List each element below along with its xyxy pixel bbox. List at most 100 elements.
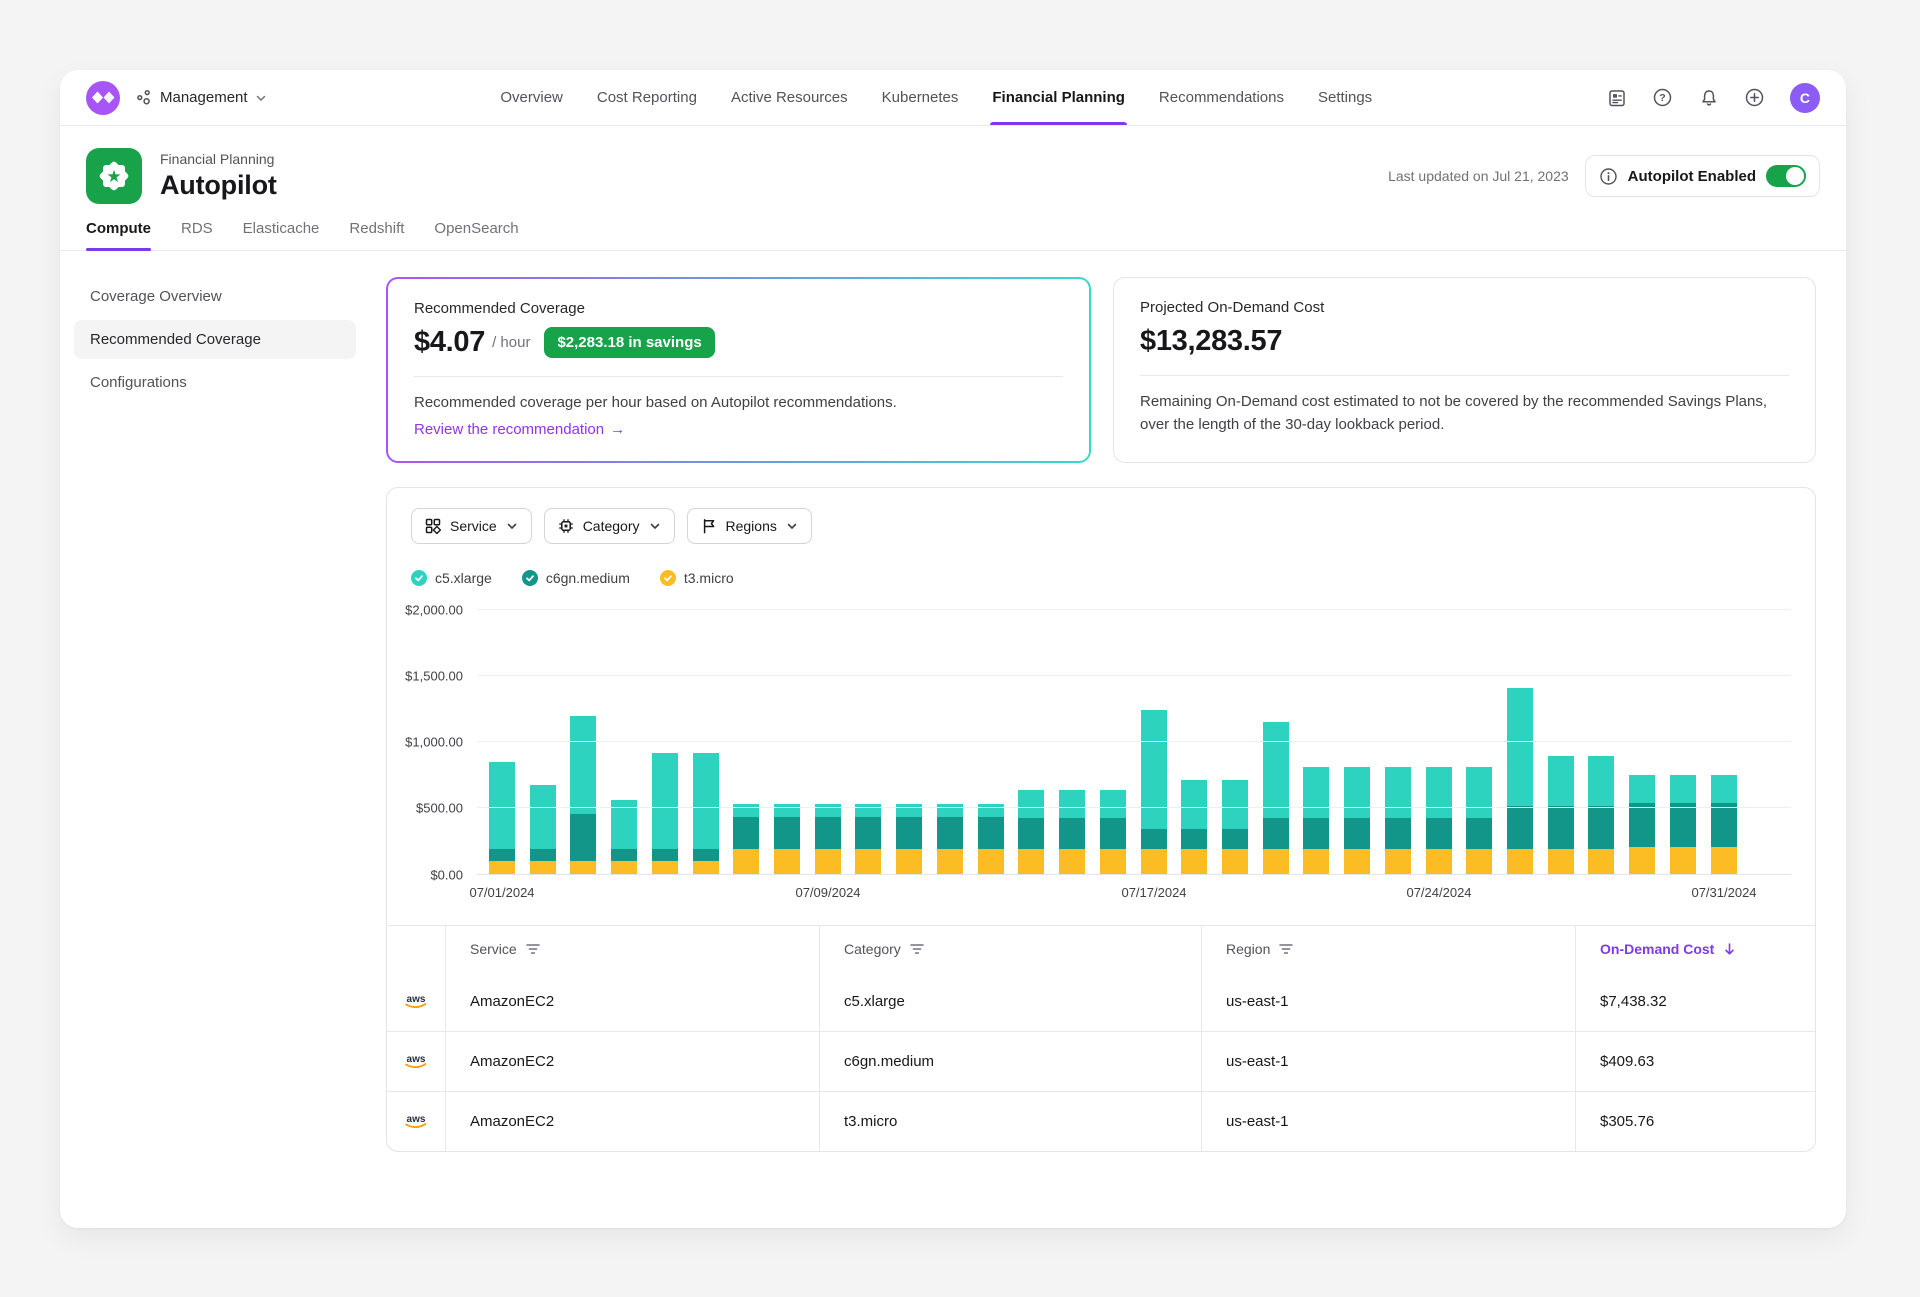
filter-icon[interactable] [1279, 943, 1293, 955]
column-label: Category [844, 941, 901, 957]
nav-item-kubernetes[interactable]: Kubernetes [882, 70, 959, 125]
bar-segment-t3-micro [1385, 849, 1411, 875]
org-switcher[interactable]: Management [136, 89, 267, 106]
column-label: Service [470, 941, 517, 957]
bar-07-05-2024[interactable] [652, 753, 678, 874]
y-axis-tick-label: $500.00 [416, 801, 463, 816]
bar-segment-t3-micro [1303, 849, 1329, 875]
tab-compute[interactable]: Compute [86, 220, 151, 250]
bar-07-08-2024[interactable] [774, 804, 800, 874]
nav-left: Management [86, 70, 267, 125]
org-label: Management [160, 89, 248, 106]
bar-07-19-2024[interactable] [1222, 780, 1248, 874]
help-icon[interactable]: ? [1652, 87, 1674, 109]
plus-circle-icon[interactable] [1744, 87, 1766, 109]
bar-07-24-2024[interactable] [1426, 767, 1452, 874]
nav-item-active-resources[interactable]: Active Resources [731, 70, 848, 125]
filter-button-regions[interactable]: Regions [687, 508, 812, 544]
bar-07-21-2024[interactable] [1303, 767, 1329, 874]
sidebar-item-configurations[interactable]: Configurations [74, 363, 356, 402]
autopilot-toggle[interactable] [1766, 165, 1806, 187]
filter-icon[interactable] [910, 943, 924, 955]
tab-opensearch[interactable]: OpenSearch [434, 220, 518, 250]
bar-segment-c5-xlarge [1629, 775, 1655, 803]
table-header-service[interactable]: Service [445, 926, 819, 972]
sidebar-item-recommended-coverage[interactable]: Recommended Coverage [74, 320, 356, 359]
bar-07-07-2024[interactable] [733, 804, 759, 874]
bar-segment-c6gn-medium [1466, 818, 1492, 849]
nav-item-overview[interactable]: Overview [500, 70, 563, 125]
nav-item-cost-reporting[interactable]: Cost Reporting [597, 70, 697, 125]
legend-item-t3-micro[interactable]: t3.micro [660, 570, 734, 586]
bar-07-10-2024[interactable] [855, 804, 881, 874]
tab-elasticache[interactable]: Elasticache [243, 220, 320, 250]
bar-07-09-2024[interactable] [815, 804, 841, 874]
bar-segment-t3-micro [1466, 849, 1492, 875]
review-recommendation-link[interactable]: Review the recommendation→ [414, 421, 625, 438]
bar-segment-c6gn-medium [693, 849, 719, 861]
tab-redshift[interactable]: Redshift [349, 220, 404, 250]
bar-segment-c5-xlarge [815, 804, 841, 817]
bar-07-16-2024[interactable] [1100, 790, 1126, 875]
nav-item-recommendations[interactable]: Recommendations [1159, 70, 1284, 125]
legend-label: t3.micro [684, 570, 734, 586]
check-icon [411, 570, 427, 586]
service-tabs: Compute RDS Elasticache Redshift OpenSearch [60, 220, 1846, 251]
document-icon[interactable] [1606, 87, 1628, 109]
bar-07-02-2024[interactable] [530, 785, 556, 874]
nav-item-settings[interactable]: Settings [1318, 70, 1372, 125]
user-avatar[interactable]: C [1790, 83, 1820, 113]
nav-item-financial-planning[interactable]: Financial Planning [992, 70, 1125, 125]
bar-07-27-2024[interactable] [1548, 756, 1574, 875]
bar-07-11-2024[interactable] [896, 804, 922, 874]
filter-label: Service [450, 518, 497, 534]
info-icon[interactable] [1599, 167, 1618, 186]
bar-07-01-2024[interactable] [489, 762, 515, 875]
bar-07-31-2024[interactable] [1711, 775, 1737, 874]
bar-07-17-2024[interactable] [1141, 710, 1167, 874]
bell-icon[interactable] [1698, 87, 1720, 109]
filter-button-service[interactable]: Service [411, 508, 532, 544]
bar-07-28-2024[interactable] [1588, 756, 1614, 875]
bar-07-30-2024[interactable] [1670, 775, 1696, 874]
filter-icon[interactable] [526, 943, 540, 955]
organization-icon [136, 89, 153, 106]
bar-07-03-2024[interactable] [570, 716, 596, 874]
vantage-logo-icon[interactable] [86, 81, 120, 115]
divider [1140, 375, 1789, 376]
page-title: Autopilot [160, 170, 277, 201]
bar-segment-t3-micro [1629, 847, 1655, 875]
table-header-category[interactable]: Category [819, 926, 1201, 972]
table-header-region[interactable]: Region [1201, 926, 1575, 972]
bar-07-26-2024[interactable] [1507, 688, 1533, 875]
bar-07-29-2024[interactable] [1629, 775, 1655, 874]
bar-07-20-2024[interactable] [1263, 722, 1289, 874]
legend-item-c6gn-medium[interactable]: c6gn.medium [522, 570, 630, 586]
filter-button-category[interactable]: Category [544, 508, 675, 544]
table-header-on-demand-cost[interactable]: On-Demand Cost [1575, 926, 1815, 972]
bar-07-18-2024[interactable] [1181, 780, 1207, 874]
bar-07-15-2024[interactable] [1059, 790, 1085, 875]
divider [414, 376, 1063, 377]
bar-segment-c6gn-medium [1507, 806, 1533, 848]
bar-07-13-2024[interactable] [978, 804, 1004, 874]
bar-07-22-2024[interactable] [1344, 767, 1370, 874]
bar-segment-t3-micro [570, 861, 596, 874]
grid-icon [425, 518, 441, 534]
bar-07-12-2024[interactable] [937, 804, 963, 874]
bar-07-23-2024[interactable] [1385, 767, 1411, 874]
cell-category: c5.xlarge [819, 972, 1201, 1031]
bar-07-06-2024[interactable] [693, 753, 719, 874]
bar-segment-t3-micro [1222, 849, 1248, 875]
bar-07-04-2024[interactable] [611, 800, 637, 875]
sidebar: Coverage Overview Recommended Coverage Con… [74, 277, 356, 1152]
chevron-down-icon [786, 520, 798, 532]
sidebar-item-coverage-overview[interactable]: Coverage Overview [74, 277, 356, 316]
tab-rds[interactable]: RDS [181, 220, 213, 250]
sort-down-icon[interactable] [1723, 942, 1736, 956]
bar-07-14-2024[interactable] [1018, 790, 1044, 875]
column-label: Region [1226, 941, 1270, 957]
bar-07-25-2024[interactable] [1466, 767, 1492, 874]
legend-item-c5-xlarge[interactable]: c5.xlarge [411, 570, 492, 586]
bar-segment-t3-micro [855, 849, 881, 874]
